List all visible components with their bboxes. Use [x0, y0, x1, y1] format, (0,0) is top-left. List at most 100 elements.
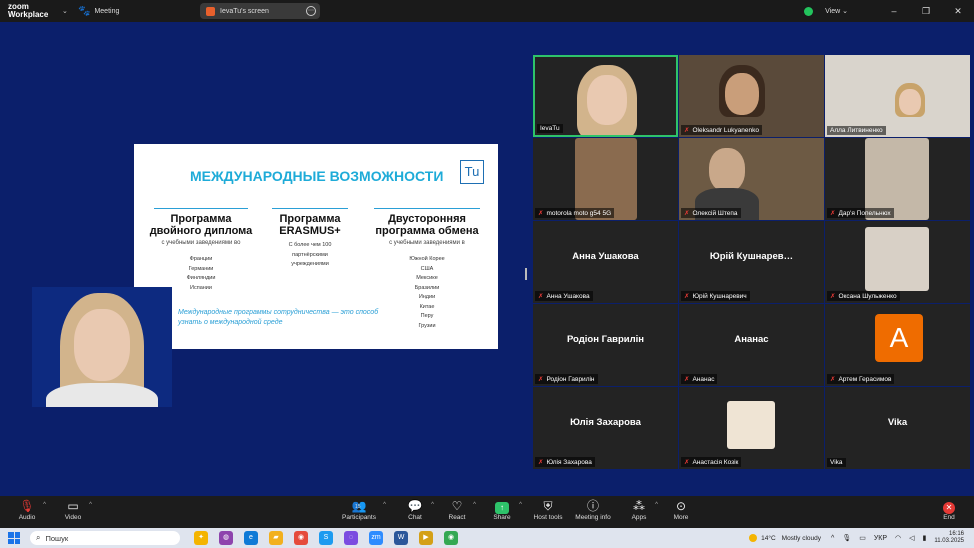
mic-muted-icon: 🎙	[19, 499, 35, 513]
profile-thumbnail	[865, 227, 929, 291]
chat-icon: 💬	[407, 499, 423, 513]
participant-tile[interactable]: IevaTu	[533, 55, 678, 137]
encryption-shield-icon[interactable]	[804, 6, 814, 16]
participant-tile[interactable]: ✗ Олексій Штепа	[679, 138, 824, 220]
chevron-up-icon[interactable]: ^	[831, 535, 834, 542]
participant-count-badge: 15	[355, 504, 361, 510]
skype-icon[interactable]: S	[319, 531, 333, 545]
participant-name: ✗ Дар'я Попельнюх	[827, 208, 894, 218]
weather-widget[interactable]: 14°C Mostly cloudy	[749, 534, 821, 542]
options-icon[interactable]: ⋯	[306, 6, 316, 16]
participant-tile[interactable]: A ✗ Артем Герасимов	[825, 304, 970, 386]
edge-browser-icon[interactable]: e	[244, 531, 258, 545]
chevron-up-icon: ^	[89, 502, 92, 508]
participant-tile[interactable]: ✗ Oleksandr Lukyanenko	[679, 55, 824, 137]
mic-muted-icon: ✗	[684, 293, 690, 300]
meeting-info-button[interactable]: ⓘ Meeting info	[574, 498, 612, 521]
battery-icon[interactable]: ▮	[923, 534, 927, 542]
screen-share-icon	[206, 6, 215, 16]
participants-button[interactable]: 👥 15 Participants ^	[340, 498, 386, 521]
windows-start-icon[interactable]	[8, 532, 20, 544]
paw-icon: 🐾	[78, 5, 91, 17]
host-tools-button[interactable]: ⛨ Host tools	[532, 498, 564, 521]
participant-name: ✗ motorola moto g54 5G	[535, 208, 615, 218]
column-heading: Программа ERASMUS+	[279, 213, 341, 237]
participant-tile[interactable]: Родіон Гаврилін ✗ Родіон Гаврилін	[533, 304, 678, 386]
participant-display-name: Юрій Кушнарев…	[709, 251, 794, 262]
participant-tile[interactable]: ✗ Оксана Шульженко	[825, 221, 970, 303]
mic-tray-icon[interactable]: 🎙	[842, 534, 851, 542]
screen-share-pill[interactable]: IevaTu's screen ⋯	[200, 3, 320, 19]
more-button[interactable]: ⊙ More	[670, 498, 692, 521]
wifi-icon[interactable]: ◠	[895, 534, 901, 542]
zoom-logo: zoom Workplace	[0, 3, 60, 19]
chevron-down-icon[interactable]: ⌄	[62, 7, 78, 15]
react-button[interactable]: ♡ React ^	[446, 498, 477, 521]
avatar: A	[875, 314, 923, 362]
meeting-menu[interactable]: 🐾 Meeting	[78, 6, 119, 17]
participant-tile[interactable]: Ананас ✗ Ананас	[679, 304, 824, 386]
mic-muted-icon: ✗	[538, 210, 544, 217]
chat-button[interactable]: 💬 Chat ^	[404, 498, 434, 521]
heart-icon: ♡	[451, 499, 463, 513]
slide-column-double-diploma: Программа двойного диплома с учебными за…	[146, 208, 256, 293]
taskbar-search[interactable]: ⌕ Пошук	[30, 531, 180, 545]
mic-muted-icon: ✗	[830, 210, 836, 217]
participant-tile[interactable]: ✗ Анастасія Козік	[679, 387, 824, 469]
meeting-control-bar: 🎙 Audio ^ ▭ Video ^ 👥 15 Participants ^ 💬…	[0, 496, 974, 528]
participant-tile[interactable]: Анна Ушакова ✗ Анна Ушакова	[533, 221, 678, 303]
participant-tile[interactable]: Юрій Кушнарев… ✗ Юрій Кушнаревич	[679, 221, 824, 303]
language-indicator[interactable]: УКР	[874, 535, 887, 542]
widgets-icon[interactable]: ✦	[194, 531, 208, 545]
minimize-button[interactable]: –	[878, 6, 910, 16]
media-player-icon[interactable]: ▶	[419, 531, 433, 545]
search-icon: ⌕	[36, 533, 41, 542]
participants-icon: 👥 15	[351, 499, 367, 513]
slide-quote: Международные программы сотрудничества —…	[150, 304, 390, 332]
mic-muted-icon: ✗	[538, 376, 544, 383]
participant-name: ✗ Ананас	[681, 374, 718, 384]
zoom-taskbar-icon[interactable]: zm	[369, 531, 383, 545]
apps-button[interactable]: ⁂ Apps ^	[628, 498, 658, 521]
share-screen-icon: ↑	[495, 502, 509, 514]
participant-tile[interactable]: ✗ motorola moto g54 5G	[533, 138, 678, 220]
participant-tile[interactable]: ✗ Дар'я Попельнюх	[825, 138, 970, 220]
chevron-up-icon: ^	[655, 502, 658, 508]
mic-muted-icon: ✗	[830, 376, 836, 383]
share-button[interactable]: ↑ Share ^	[490, 498, 522, 521]
view-button[interactable]: View ⌄	[825, 7, 848, 15]
audio-button[interactable]: 🎙 Audio ^	[16, 498, 46, 521]
profile-thumbnail	[727, 401, 775, 449]
volume-icon[interactable]: ◁	[909, 534, 914, 542]
video-button[interactable]: ▭ Video ^	[62, 498, 92, 521]
participant-gallery: IevaTu ✗ Oleksandr Lukyanenko Алла Литвин…	[533, 55, 971, 469]
participant-display-name: Родіон Гаврилін	[566, 334, 645, 345]
participant-display-name: Анна Ушакова	[572, 251, 639, 262]
close-button[interactable]: ✕	[942, 6, 974, 17]
chrome-icon[interactable]: ◉	[294, 531, 308, 545]
mic-muted-icon: ✗	[684, 459, 690, 466]
file-explorer-icon[interactable]: ▰	[269, 531, 283, 545]
maximize-button[interactable]: ❐	[910, 6, 942, 17]
participant-name: ✗ Олексій Штепа	[681, 208, 741, 218]
system-clock[interactable]: 16:16 11.03.2025	[934, 531, 964, 545]
participant-display-name: Ананас	[734, 334, 769, 345]
viber-icon[interactable]: ◌	[344, 531, 358, 545]
end-button[interactable]: ✕ End	[938, 498, 960, 521]
participant-name: IevaTu	[537, 124, 563, 133]
network-icon[interactable]: ▭	[859, 534, 866, 542]
more-icon: ⊙	[675, 499, 687, 513]
meeting-label: Meeting	[94, 7, 120, 15]
word-icon[interactable]: W	[394, 531, 408, 545]
copilot-icon[interactable]: ◍	[219, 531, 233, 545]
participant-name: ✗ Oleksandr Lukyanenko	[681, 125, 762, 135]
participant-tile[interactable]: Vika Vika	[825, 387, 970, 469]
camera-icon: ▭	[67, 499, 79, 513]
participant-display-name: Юлія Захарова	[570, 417, 641, 428]
participant-tile[interactable]: Алла Литвиненко	[825, 55, 970, 137]
resize-handle[interactable]	[525, 268, 527, 280]
chrome-profile-icon[interactable]: ◉	[444, 531, 458, 545]
participant-tile[interactable]: Юлія Захарова ✗ Юлія Захарова	[533, 387, 678, 469]
participant-name: ✗ Юлія Захарова	[535, 457, 595, 467]
chevron-up-icon: ^	[43, 502, 46, 508]
